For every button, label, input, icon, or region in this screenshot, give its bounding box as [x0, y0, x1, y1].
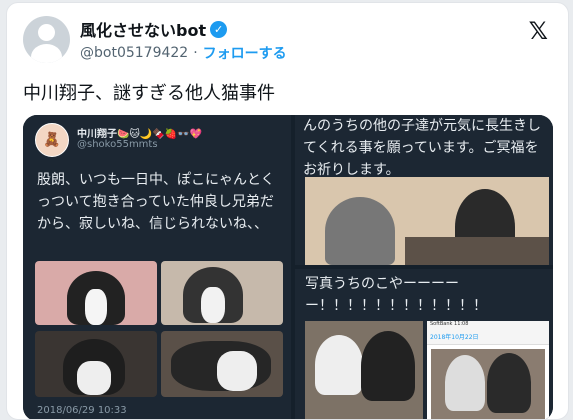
panel-text-top-right: んのうちの他の子達が元気に長生きしてくれる事を願っています。ご冥福をお祈りします… — [303, 118, 541, 178]
tweet-media[interactable]: 🧸 中川翔子🍉🐱🌙🍫🍓👓💖 @shoko55mmts 股朗、いつも一日中、ぽこに… — [23, 115, 553, 419]
handle[interactable]: @bot05179422 — [80, 45, 188, 61]
avatar[interactable] — [23, 16, 70, 63]
phone-nav-bar: 2018年10月22日 — [427, 331, 549, 345]
x-logo-icon[interactable]: 𝕏 — [529, 17, 548, 45]
avatar-body-shape — [31, 44, 62, 63]
embedded-avatar: 🧸 — [35, 123, 69, 157]
display-name[interactable]: 風化させないbot — [80, 17, 206, 41]
media-panel-left[interactable]: 🧸 中川翔子🍉🐱🌙🍫🍓👓💖 @shoko55mmts 股朗、いつも一日中、ぽこに… — [23, 115, 291, 419]
handle-row: @bot05179422 · フォローする — [80, 43, 287, 63]
media-panel-bottom-right[interactable]: 写真うちのこやーーーーー！！！！！！！！！！！！ SoftBank 11:08 … — [295, 269, 553, 419]
display-name-row: 風化させないbot ✓ — [80, 17, 228, 41]
media-panel-top-right[interactable]: んのうちの他の子達が元気に長生きしてくれる事を願っています。ご冥福をお祈りします… — [295, 115, 553, 265]
tweet-text: 中川翔子、謎すぎる他人猫事件 — [23, 83, 275, 104]
panel-text-bottom-right: 写真うちのこやーーーーー！！！！！！！！！！！！ — [305, 276, 487, 314]
phone-screenshot: SoftBank 11:08 2018年10月22日 — [427, 321, 549, 419]
embedded-handle: @shoko55mmts — [77, 139, 158, 150]
cat-photo-4 — [161, 331, 283, 397]
avatar-head-shape — [38, 24, 55, 41]
cat-photo-box — [305, 177, 549, 265]
cat-photo-2 — [161, 261, 283, 325]
follow-button[interactable]: フォローする — [203, 43, 287, 63]
verified-badge-icon: ✓ — [210, 20, 228, 38]
phone-status-bar: SoftBank 11:08 — [427, 321, 549, 331]
cat-photo-5 — [305, 321, 423, 419]
embedded-tweet-text: 股朗、いつも一日中、ぽこにゃんとくっついて抱き合っていた仲良し兄弟だから、寂しい… — [37, 172, 275, 232]
cat-photo-3 — [35, 331, 157, 397]
embedded-display-name: 中川翔子🍉🐱🌙🍫🍓👓💖 — [77, 129, 203, 140]
cat-photo-1 — [35, 261, 157, 325]
embedded-timestamp: 2018/06/29 10:33 — [37, 405, 127, 416]
tweet-card: 風化させないbot ✓ @bot05179422 · フォローする 𝕏 中川翔子… — [6, 2, 569, 420]
separator-dot: · — [193, 45, 198, 61]
